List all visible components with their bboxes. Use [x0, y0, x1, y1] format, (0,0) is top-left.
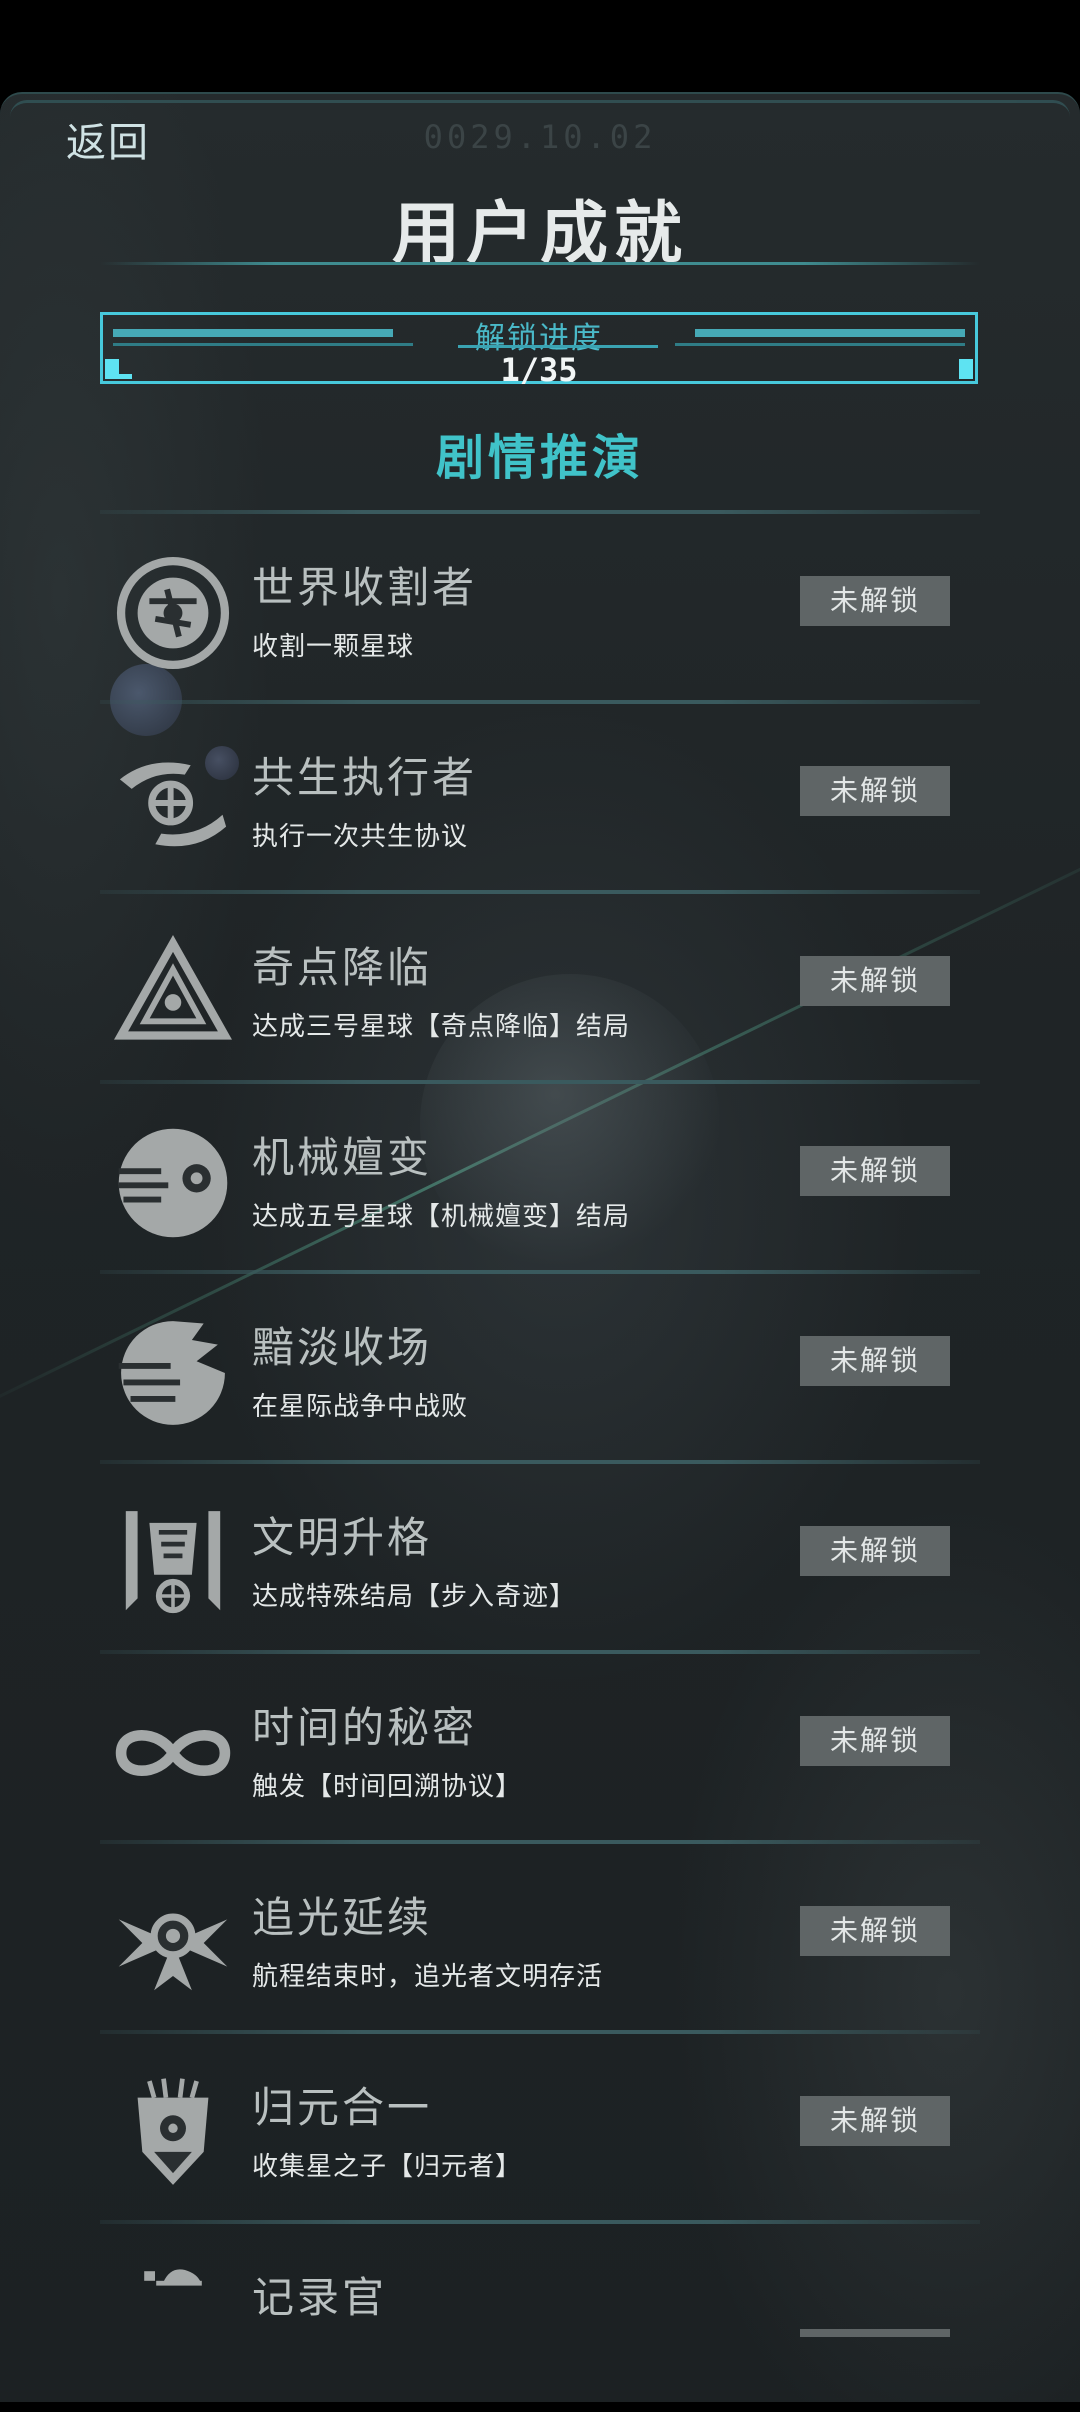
achievement-desc: 达成特殊结局【步入奇迹】 — [252, 1582, 577, 1612]
achievement-name: 奇点降临 — [252, 943, 433, 992]
section-title: 剧情推演 — [435, 430, 644, 486]
winged-emblem-icon — [118, 1913, 228, 1991]
locked-badge: 未解锁 — [800, 1716, 950, 1766]
achievement-desc: 触发【时间回溯协议】 — [252, 1772, 523, 1802]
mechanical-eye-icon — [118, 1128, 228, 1238]
locked-badge: 未解锁 — [800, 956, 950, 1006]
achievement-desc: 收割一颗星球 — [252, 632, 415, 662]
achievement-name: 追光延续 — [252, 1893, 433, 1942]
achievement-row[interactable]: 世界收割者 收割一颗星球 未解锁 — [0, 514, 1080, 702]
locked-badge: 未解锁 — [800, 2096, 950, 2146]
locked-badge: 未解锁 — [800, 766, 950, 816]
achievement-row[interactable]: 机械嬗变 达成五号星球【机械嬗变】结局 未解锁 — [0, 1084, 1080, 1272]
achievement-desc: 收集星之子【归元者】 — [252, 2152, 523, 2182]
planet-harvest-icon — [116, 556, 230, 670]
achievement-name: 共生执行者 — [252, 753, 478, 802]
title-underline — [100, 262, 980, 265]
locked-badge: 未解锁 — [800, 576, 950, 626]
shattered-planet-icon — [118, 1321, 225, 1425]
locked-badge: 未解锁 — [800, 1526, 950, 1576]
achievement-name: 记录官 — [252, 2273, 388, 2322]
achievement-row[interactable]: 文明升格 达成特殊结局【步入奇迹】 未解锁 — [0, 1464, 1080, 1652]
infinity-icon — [115, 1730, 231, 1776]
locked-badge — [800, 2329, 950, 2337]
achievement-row[interactable]: 追光延续 航程结束时，追光者文明存活 未解锁 — [0, 1844, 1080, 2032]
progress-divider — [458, 345, 658, 348]
achievement-desc: 达成三号星球【奇点降临】结局 — [252, 1012, 631, 1042]
achievement-desc: 航程结束时，追光者文明存活 — [252, 1962, 604, 1992]
status-bar — [0, 0, 1080, 92]
achievement-row[interactable]: 时间的秘密 触发【时间回溯协议】 未解锁 — [0, 1654, 1080, 1842]
achievement-name: 黯淡收场 — [252, 1323, 433, 1372]
ascension-pillars-icon — [125, 1511, 221, 1614]
achievement-name: 机械嬗变 — [252, 1133, 433, 1182]
locked-badge: 未解锁 — [800, 1336, 950, 1386]
progress-value: 1/35 — [500, 351, 578, 389]
unlock-progress-box: 解锁进度 1/35 — [100, 312, 978, 389]
recorder-icon — [144, 2269, 202, 2286]
achievement-name: 时间的秘密 — [252, 1703, 478, 1752]
achievement-row[interactable]: 共生执行者 执行一次共生协议 未解锁 — [0, 704, 1080, 892]
achievement-desc: 执行一次共生协议 — [252, 822, 469, 852]
achievement-row[interactable]: 黯淡收场 在星际战争中战败 未解锁 — [0, 1274, 1080, 1462]
progress-fill — [107, 374, 132, 379]
symbiosis-hands-icon — [119, 762, 227, 847]
date-text: 0029.10.02 — [423, 118, 657, 156]
achievement-row[interactable]: 归元合一 收集星之子【归元者】 未解锁 — [0, 2034, 1080, 2222]
achievement-name: 世界收割者 — [252, 563, 478, 612]
achievement-row[interactable]: 记录官 — [0, 2224, 1080, 2412]
achievement-desc: 达成五号星球【机械嬗变】结局 — [252, 1202, 631, 1232]
singularity-triangle-icon — [114, 935, 232, 1040]
locked-badge: 未解锁 — [800, 1146, 950, 1196]
achievement-name: 归元合一 — [252, 2083, 433, 2132]
locked-badge: 未解锁 — [800, 1906, 950, 1956]
achievement-desc: 在星际战争中战败 — [252, 1392, 469, 1422]
achievement-row[interactable]: 奇点降临 达成三号星球【奇点降临】结局 未解锁 — [0, 894, 1080, 1082]
tribal-mask-icon — [137, 2078, 209, 2185]
achievement-name: 文明升格 — [252, 1513, 433, 1562]
panel-frame — [10, 100, 1070, 117]
progress-cap — [959, 359, 973, 379]
